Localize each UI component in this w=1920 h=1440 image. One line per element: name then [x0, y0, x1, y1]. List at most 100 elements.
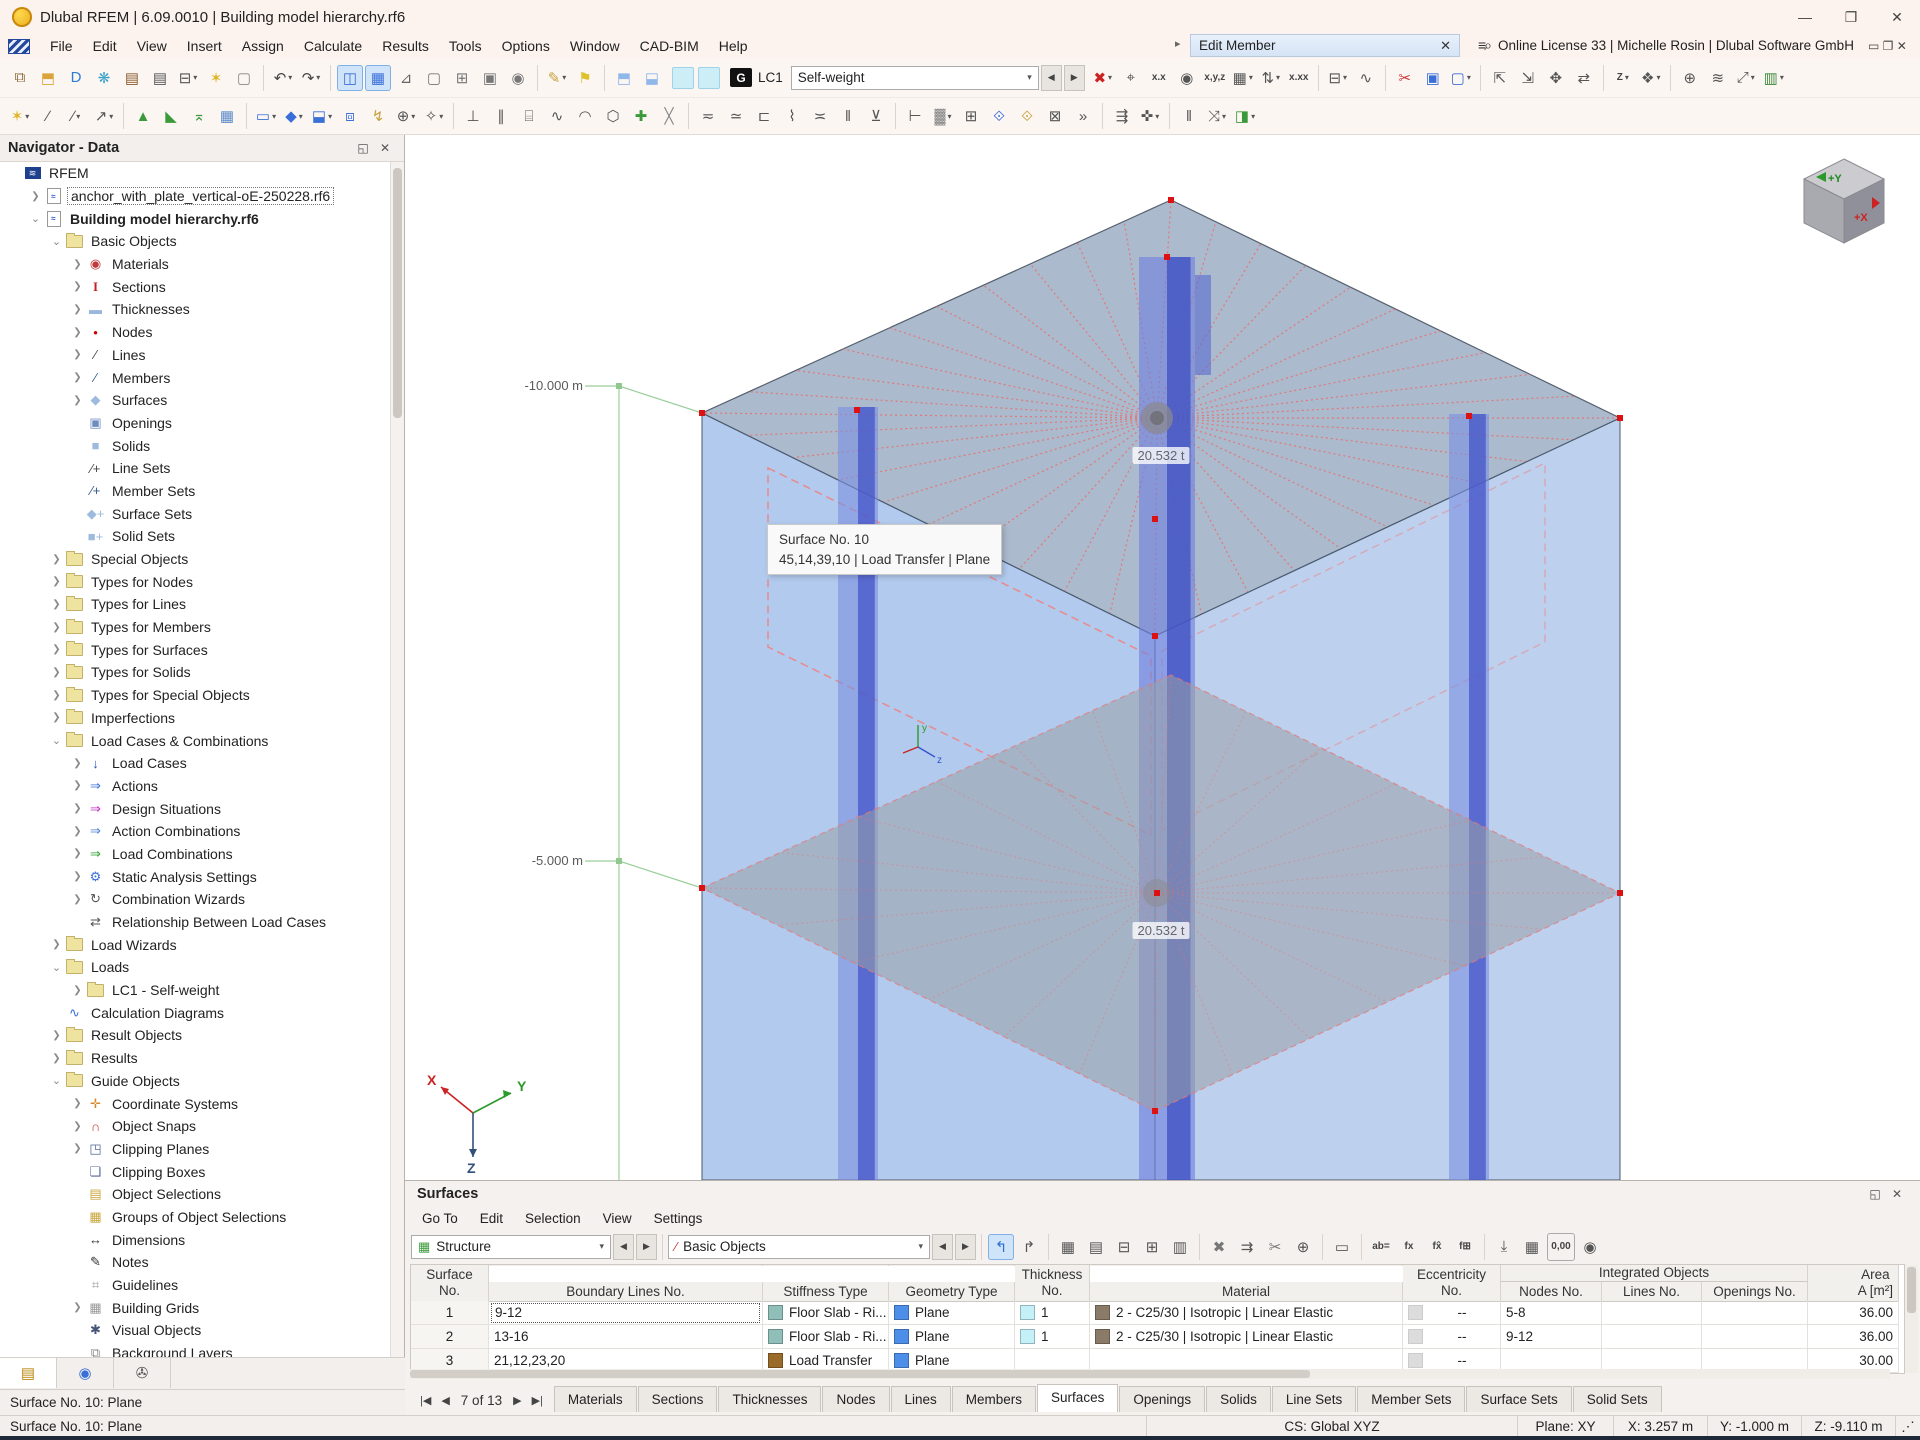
pan-icon[interactable]: ✥ — [1543, 65, 1569, 91]
tree-item-result-objects[interactable]: ❯Result Objects — [0, 1024, 392, 1047]
mesh-icon[interactable]: ▦ — [214, 103, 240, 129]
tree-expander-icon[interactable]: ❯ — [69, 848, 86, 859]
menu-help[interactable]: Help — [709, 35, 758, 57]
column-header-9[interactable]: Openings No. — [1702, 1282, 1808, 1302]
table-tab-lines[interactable]: Lines — [891, 1386, 951, 1412]
target-icon[interactable]: ⌖ — [1118, 65, 1144, 91]
polygon-icon[interactable]: ⬡ — [600, 103, 626, 129]
menu-assign[interactable]: Assign — [232, 35, 294, 57]
tree-item-surfaces[interactable]: ❯◆Surfaces — [0, 389, 392, 412]
tree-item-surface-sets[interactable]: ◆+Surface Sets — [0, 502, 392, 525]
tree-item-object-selections[interactable]: ▤Object Selections — [0, 1183, 392, 1206]
new-dimension-icon[interactable]: ✧▾ — [421, 103, 447, 129]
table-tab-nodes[interactable]: Nodes — [822, 1386, 889, 1412]
arc-icon[interactable]: ◠ — [572, 103, 598, 129]
navigation-cube[interactable]: +Y +X — [1796, 151, 1892, 247]
result-grid-icon[interactable]: ▦▾ — [1230, 65, 1256, 91]
merge-icon[interactable]: ≍ — [807, 103, 833, 129]
table-tab-solids[interactable]: Solids — [1206, 1386, 1271, 1412]
tree-expander-icon[interactable]: ⌄ — [48, 1074, 65, 1087]
divide-icon[interactable]: ⌇ — [779, 103, 805, 129]
column-header-5[interactable]: Material — [1090, 1282, 1403, 1302]
new-surface-icon[interactable]: ▭▾ — [253, 103, 279, 129]
tree-expander-icon[interactable]: ❯ — [48, 599, 65, 610]
table-tab-materials[interactable]: Materials — [554, 1386, 637, 1412]
menu-file[interactable]: File — [40, 35, 83, 57]
perpendicular-icon[interactable]: ⊥ — [460, 103, 486, 129]
column-header-7[interactable]: Nodes No. — [1501, 1282, 1602, 1302]
surfaces-menu-go-to[interactable]: Go To — [411, 1209, 469, 1228]
cell-stiffness-type[interactable]: Floor Slab - Ri... — [763, 1301, 889, 1325]
surfaces-menu-edit[interactable]: Edit — [469, 1209, 514, 1228]
delete-row-icon[interactable]: ✖ — [1206, 1234, 1232, 1260]
tree-expander-icon[interactable]: ❯ — [48, 1053, 65, 1064]
edit-pencil-icon[interactable]: ✎▾ — [544, 65, 570, 91]
new-object-icon[interactable]: ✶ — [203, 65, 229, 91]
tree-item-types-for-nodes[interactable]: ❯Types for Nodes — [0, 570, 392, 593]
tree-item-calculation-diagrams[interactable]: ∿Calculation Diagrams — [0, 1001, 392, 1024]
tree-expander-icon[interactable]: ❯ — [69, 758, 86, 769]
tree-item-line-sets[interactable]: ∕+Line Sets — [0, 457, 392, 480]
tree-item-action-combinations[interactable]: ❯⇒Action Combinations — [0, 820, 392, 843]
category-prev-button[interactable]: ◀ — [932, 1234, 953, 1260]
cut-icon[interactable]: ✂ — [1262, 1234, 1288, 1260]
column-header-2[interactable]: Stiffness Type — [763, 1282, 889, 1302]
pager-last-button[interactable]: ▶| — [527, 1394, 548, 1407]
measure-icon[interactable]: ⊿ — [393, 65, 419, 91]
menu-tools[interactable]: Tools — [439, 35, 492, 57]
cell-nodes-no[interactable]: 5-8 — [1501, 1301, 1602, 1325]
menu-results[interactable]: Results — [372, 35, 439, 57]
columns-icon[interactable]: ‖ — [1176, 103, 1202, 129]
cell-lines-no[interactable] — [1602, 1301, 1702, 1325]
pager-next-button[interactable]: ▶ — [508, 1394, 526, 1407]
services-icon[interactable]: ❋ — [91, 65, 117, 91]
tree-expander-icon[interactable]: ❯ — [27, 191, 44, 202]
tree-expander-icon[interactable]: ❯ — [48, 1030, 65, 1041]
tree-item-load-cases-combinations[interactable]: ⌄Load Cases & Combinations — [0, 729, 392, 752]
tab-views-navigator[interactable]: ✇ — [114, 1358, 171, 1388]
tree-item-thicknesses[interactable]: ❯▬Thicknesses — [0, 298, 392, 321]
tree-item-basic-objects[interactable]: ⌄Basic Objects — [0, 230, 392, 253]
table-tab-members[interactable]: Members — [952, 1386, 1036, 1412]
grid-window-icon[interactable]: ▦ — [365, 65, 391, 91]
table-print-icon[interactable]: ⊟ — [1111, 1234, 1137, 1260]
tree-item-groups-of-object-selections[interactable]: ▦Groups of Object Selections — [0, 1206, 392, 1229]
tree-item-load-combinations[interactable]: ❯⇒Load Combinations — [0, 843, 392, 866]
license-menu-icon[interactable]: ≡⌕ — [1478, 37, 1490, 54]
cell-stiffness-type[interactable]: Floor Slab - Ri... — [763, 1325, 889, 1349]
table-hscrollbar[interactable] — [410, 1369, 1890, 1379]
menu-cad-bim[interactable]: CAD-BIM — [630, 35, 709, 57]
cell-material[interactable]: 2 - C25/30 | Isotropic | Linear Elastic — [1090, 1325, 1403, 1349]
new-load-icon[interactable]: ↯ — [365, 103, 391, 129]
table-grid-icon[interactable]: ⊞ — [1139, 1234, 1165, 1260]
tree-item-relationship-between-load-cases[interactable]: ⇄Relationship Between Load Cases — [0, 911, 392, 934]
tree-item-types-for-special-objects[interactable]: ❯Types for Special Objects — [0, 684, 392, 707]
cell-lines-no[interactable] — [1602, 1325, 1702, 1349]
tree-item-guidelines[interactable]: ⌗Guidelines — [0, 1274, 392, 1297]
load-case-next-button[interactable]: ▶ — [1064, 65, 1085, 91]
favorite-toggle-2-icon[interactable] — [698, 67, 720, 89]
tree-expander-icon[interactable]: ❯ — [48, 554, 65, 565]
load-case-prev-button[interactable]: ◀ — [1041, 65, 1062, 91]
category-next-button[interactable]: ▶ — [955, 1234, 976, 1260]
table-tab-member-sets[interactable]: Member Sets — [1357, 1386, 1465, 1412]
group-next-button[interactable]: ▶ — [636, 1234, 657, 1260]
calculate-all-icon[interactable]: ⊟▾ — [1325, 65, 1351, 91]
tree-item-sections[interactable]: ❯ISections — [0, 275, 392, 298]
render-mode-icon[interactable]: ◉ — [505, 65, 531, 91]
tree-item-types-for-solids[interactable]: ❯Types for Solids — [0, 661, 392, 684]
table-vscrollbar[interactable] — [1905, 1265, 1918, 1373]
tree-expander-icon[interactable]: ❯ — [48, 622, 65, 633]
align-icon[interactable]: ≂ — [695, 103, 721, 129]
decimals-icon[interactable]: x.xx — [1286, 65, 1312, 91]
tree-item-anchor-with-plate-vertical-oe-250228-rf6[interactable]: ❯≈anchor_with_plate_vertical-oE-250228.r… — [0, 185, 392, 208]
insert-icon[interactable]: ⊕ — [1290, 1234, 1316, 1260]
tree-expander-icon[interactable]: ⌄ — [27, 212, 44, 225]
tab-display-navigator[interactable]: ◉ — [57, 1358, 114, 1388]
new-polyline-icon[interactable]: ↗▾ — [91, 103, 117, 129]
surfaces-close-icon[interactable]: ✕ — [1886, 1187, 1908, 1201]
tree-expander-icon[interactable]: ❯ — [69, 780, 86, 791]
tree-item-coordinate-systems[interactable]: ❯✛Coordinate Systems — [0, 1092, 392, 1115]
cell-openings-no[interactable] — [1702, 1325, 1808, 1349]
cell-eccentricity[interactable]: -- — [1403, 1301, 1501, 1325]
